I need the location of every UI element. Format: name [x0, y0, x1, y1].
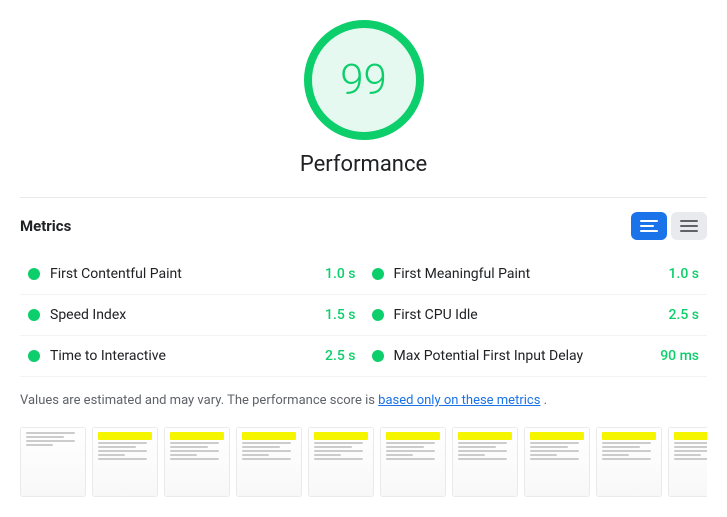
- disclaimer-link[interactable]: based only on these metrics: [378, 393, 540, 408]
- filmstrip-frame: [308, 427, 374, 497]
- filmstrip-frame: [452, 427, 518, 497]
- metric-status-dot: [28, 350, 40, 362]
- disclaimer: Values are estimated and may vary. The p…: [20, 391, 707, 411]
- metric-row: Speed Index 1.5 s: [20, 295, 364, 336]
- filmstrip-frame: [20, 427, 86, 497]
- filmstrip-frame: [380, 427, 446, 497]
- metric-value: 2.5 s: [669, 307, 700, 323]
- metric-name: First Contentful Paint: [50, 266, 317, 282]
- score-value: 99: [340, 56, 387, 105]
- filmstrip-frame: [524, 427, 590, 497]
- list-view-button[interactable]: [631, 212, 667, 240]
- filmstrip-frame: [164, 427, 230, 497]
- filmstrip-frame: [668, 427, 707, 497]
- grid-view-button[interactable]: [671, 212, 707, 240]
- disclaimer-text-before: Values are estimated and may vary. The p…: [20, 393, 378, 408]
- filmstrip-frame: [92, 427, 158, 497]
- filmstrip-frame: [596, 427, 662, 497]
- metric-name: Time to Interactive: [50, 348, 317, 364]
- score-label: Performance: [300, 152, 427, 177]
- metric-value: 1.5 s: [325, 307, 356, 323]
- score-circle: 99: [304, 20, 424, 140]
- metric-value: 1.0 s: [669, 266, 700, 282]
- view-toggle: [631, 212, 707, 240]
- filmstrip-frame: [236, 427, 302, 497]
- metrics-grid: First Contentful Paint 1.0 s First Meani…: [20, 254, 707, 377]
- metric-row: First Contentful Paint 1.0 s: [20, 254, 364, 295]
- metric-name: First CPU Idle: [394, 307, 661, 323]
- metric-value: 90 ms: [660, 348, 699, 364]
- score-section: 99 Performance: [20, 20, 707, 177]
- metric-row: First Meaningful Paint 1.0 s: [364, 254, 708, 295]
- metric-name: Max Potential First Input Delay: [394, 348, 653, 364]
- list-icon: [640, 220, 658, 232]
- metrics-title: Metrics: [20, 217, 71, 235]
- metric-value: 1.0 s: [325, 266, 356, 282]
- metric-status-dot: [28, 309, 40, 321]
- metrics-header: Metrics: [20, 197, 707, 240]
- metric-status-dot: [372, 268, 384, 280]
- metric-name: First Meaningful Paint: [394, 266, 661, 282]
- grid-icon: [680, 220, 698, 232]
- metric-row: Time to Interactive 2.5 s: [20, 336, 364, 377]
- metric-row: Max Potential First Input Delay 90 ms: [364, 336, 708, 377]
- disclaimer-text-after: .: [544, 393, 547, 408]
- filmstrip: [20, 427, 707, 497]
- metric-status-dot: [28, 268, 40, 280]
- metric-name: Speed Index: [50, 307, 317, 323]
- metric-value: 2.5 s: [325, 348, 356, 364]
- metric-status-dot: [372, 309, 384, 321]
- metric-status-dot: [372, 350, 384, 362]
- metric-row: First CPU Idle 2.5 s: [364, 295, 708, 336]
